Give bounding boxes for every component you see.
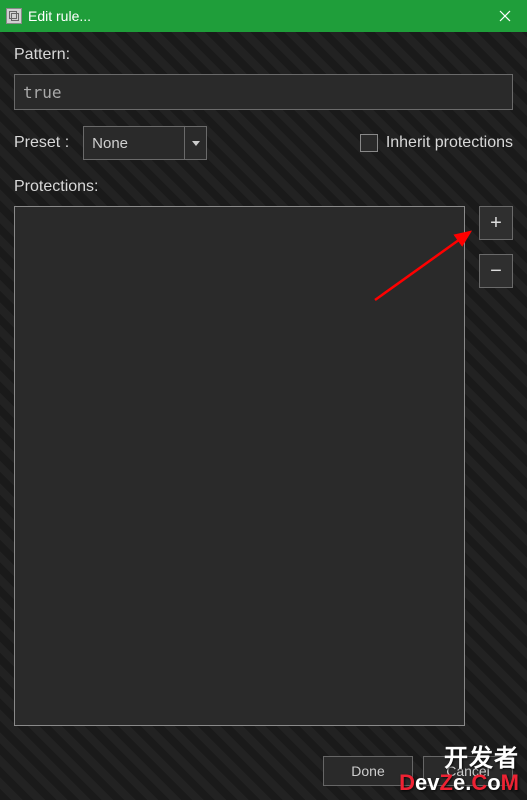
- preset-row: Preset : None Inherit protections: [14, 126, 513, 160]
- dialog-footer: Done Cancel: [14, 756, 513, 786]
- protections-row: + −: [14, 206, 513, 742]
- remove-protection-button[interactable]: −: [479, 254, 513, 288]
- preset-selected-value: None: [84, 127, 184, 159]
- minus-icon: −: [490, 261, 502, 281]
- close-icon: [499, 10, 511, 22]
- done-button[interactable]: Done: [323, 756, 413, 786]
- close-button[interactable]: [483, 0, 527, 32]
- dialog-content: Pattern: Preset : None Inherit protectio…: [0, 32, 527, 800]
- inherit-checkbox-wrap[interactable]: Inherit protections: [360, 134, 513, 152]
- protections-label: Protections:: [14, 178, 513, 196]
- plus-icon: +: [490, 213, 502, 233]
- cancel-button[interactable]: Cancel: [423, 756, 513, 786]
- preset-select[interactable]: None: [83, 126, 207, 160]
- protections-side-buttons: + −: [479, 206, 513, 742]
- pattern-label: Pattern:: [14, 46, 513, 64]
- add-protection-button[interactable]: +: [479, 206, 513, 240]
- app-icon: [6, 8, 22, 24]
- protections-listbox[interactable]: [14, 206, 465, 726]
- preset-label: Preset :: [14, 134, 69, 152]
- inherit-checkbox[interactable]: [360, 134, 378, 152]
- window-title: Edit rule...: [28, 8, 483, 24]
- title-bar: Edit rule...: [0, 0, 527, 32]
- chevron-down-icon: [184, 127, 206, 159]
- pattern-input[interactable]: [14, 74, 513, 110]
- inherit-label: Inherit protections: [386, 134, 513, 152]
